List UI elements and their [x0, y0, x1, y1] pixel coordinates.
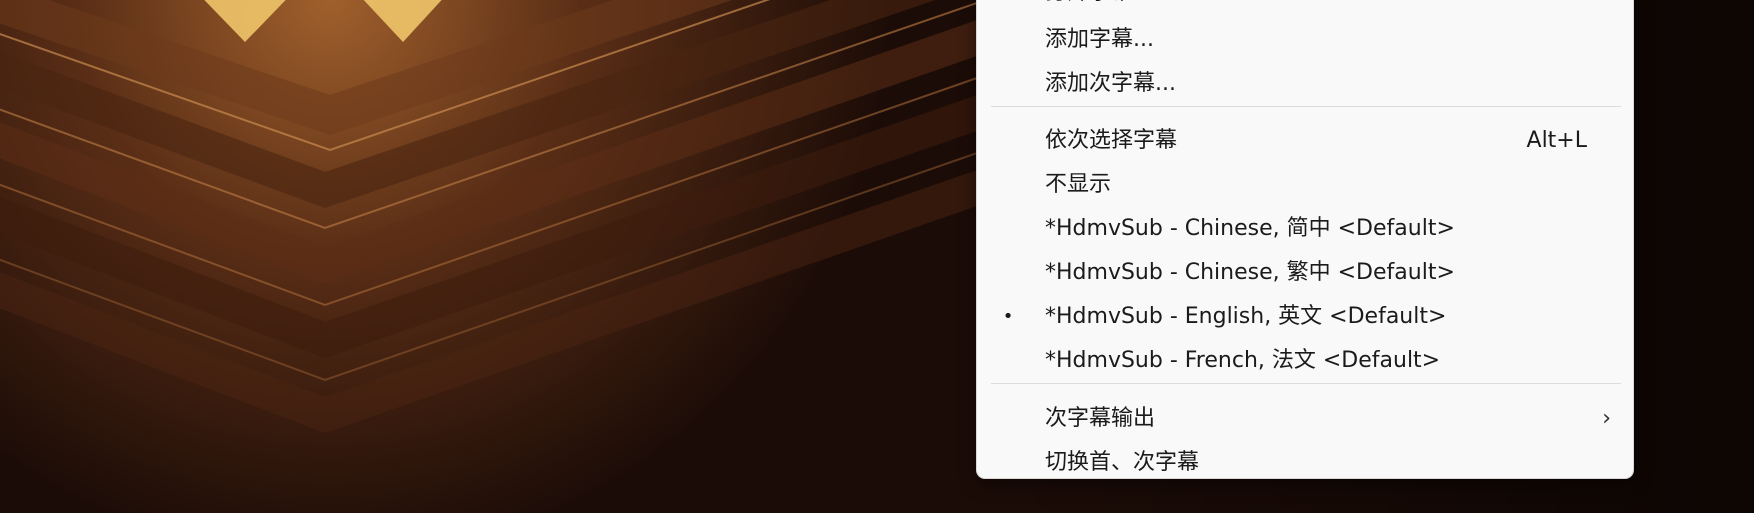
menu-item-label: *HdmvSub - French, 法文 <Default>: [1045, 348, 1441, 373]
video-player-stage: 打开字幕 添加字幕... 添加次字幕... 依次选择字幕 Alt+L 不显示 *…: [0, 0, 1754, 513]
menu-item-subtitle-track-french[interactable]: *HdmvSub - French, 法文 <Default>: [977, 339, 1633, 383]
menu-item-label: *HdmvSub - Chinese, 简中 <Default>: [1045, 216, 1455, 241]
menu-item-add-secondary-subtitle[interactable]: 添加次字幕...: [977, 62, 1633, 106]
menu-item-subtitle-track-english[interactable]: • *HdmvSub - English, 英文 <Default>: [977, 295, 1633, 339]
menu-item-open-subtitle[interactable]: 打开字幕: [977, 0, 1633, 15]
subtitle-context-menu: 打开字幕 添加字幕... 添加次字幕... 依次选择字幕 Alt+L 不显示 *…: [976, 0, 1634, 479]
menu-item-label: *HdmvSub - English, 英文 <Default>: [1045, 304, 1447, 329]
menu-item-hide-subtitles[interactable]: 不显示: [977, 163, 1633, 207]
menu-item-label: 不显示: [1045, 172, 1112, 197]
menu-item-secondary-subtitle-output[interactable]: 次字幕输出 ›: [977, 397, 1633, 441]
menu-item-label: *HdmvSub - Chinese, 繁中 <Default>: [1045, 260, 1455, 285]
menu-item-label: 切换首、次字幕: [1045, 450, 1200, 475]
menu-item-label: 依次选择字幕: [1045, 128, 1178, 153]
menu-item-subtitle-track-chinese-traditional[interactable]: *HdmvSub - Chinese, 繁中 <Default>: [977, 251, 1633, 295]
menu-item-shortcut: Alt+L: [1526, 128, 1587, 153]
menu-separator: [991, 106, 1621, 107]
chevron-right-icon: ›: [1602, 406, 1611, 431]
menu-item-add-subtitle[interactable]: 添加字幕...: [977, 18, 1633, 62]
menu-separator: [991, 383, 1621, 384]
menu-item-subtitle-track-chinese-simplified[interactable]: *HdmvSub - Chinese, 简中 <Default>: [977, 207, 1633, 251]
menu-item-label: 次字幕输出: [1045, 406, 1156, 431]
menu-item-label: 添加次字幕...: [1045, 71, 1176, 96]
menu-item-cycle-subtitles[interactable]: 依次选择字幕 Alt+L: [977, 119, 1633, 163]
menu-item-label: 打开字幕: [1045, 0, 1133, 15]
menu-item-label: 添加字幕...: [1045, 27, 1154, 52]
menu-item-swap-primary-secondary[interactable]: 切换首、次字幕: [977, 441, 1633, 478]
selected-bullet-icon: •: [1002, 306, 1014, 327]
